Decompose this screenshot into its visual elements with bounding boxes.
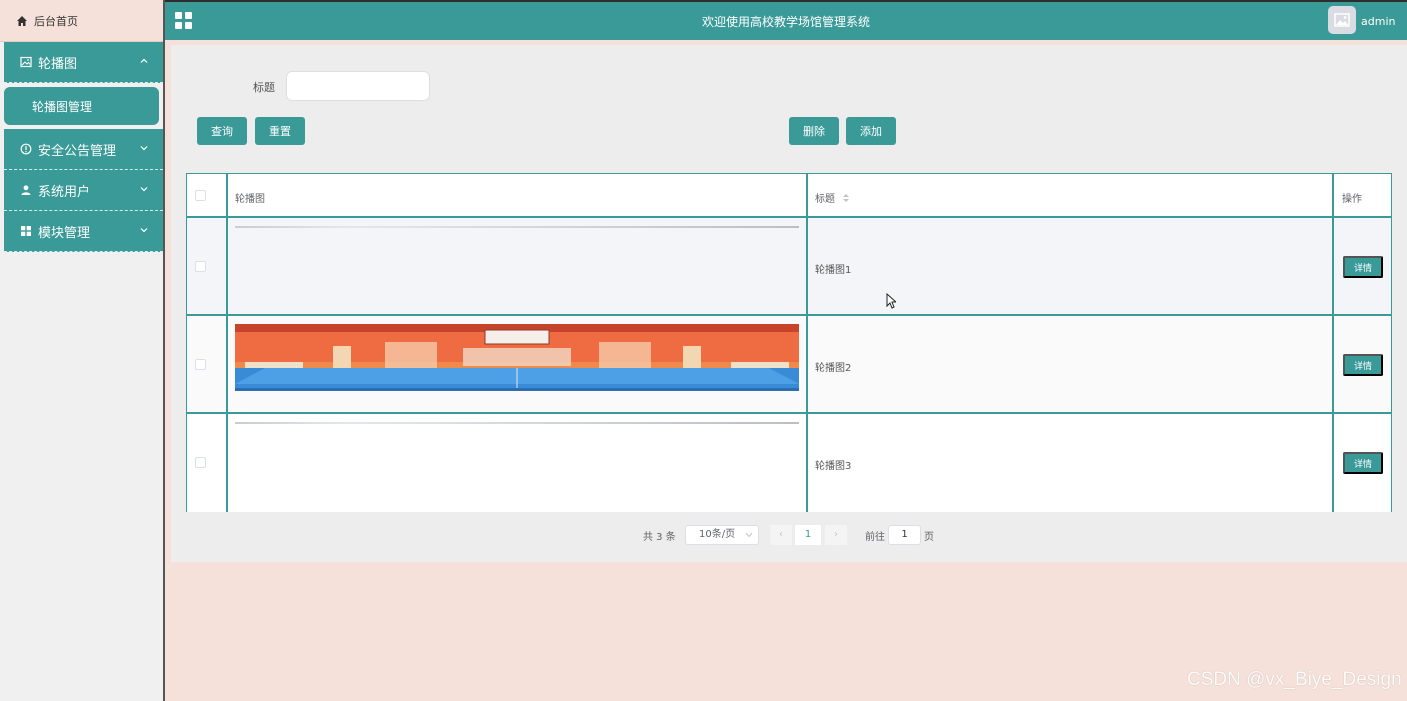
reset-button[interactable]: 重置 [255, 117, 305, 145]
page-size-select[interactable]: 10条/页 [685, 525, 759, 545]
carousel-image-sports-hall [235, 324, 799, 391]
grid-icon [21, 226, 31, 236]
chevron-down-icon [140, 187, 148, 192]
column-divider [1391, 173, 1392, 512]
title-filter-label: 标题 [253, 81, 275, 94]
detail-button[interactable]: 详情 [1343, 256, 1383, 278]
column-header-title-label: 标题 [815, 194, 835, 205]
column-divider [806, 173, 808, 512]
sidebar-item-carousel-management[interactable]: 轮播图管理 [4, 87, 159, 125]
goto-page-input[interactable]: 1 [888, 525, 921, 545]
sidebar-group-modules[interactable]: 模块管理 [4, 211, 163, 252]
page-suffix: 页 [924, 531, 934, 543]
chevron-up-icon [140, 58, 148, 63]
sidebar-item-label: 轮播图管理 [32, 99, 93, 114]
column-divider [226, 173, 228, 512]
sidebar-group-label: 轮播图 [38, 56, 78, 72]
detail-button[interactable]: 详情 [1343, 354, 1383, 376]
sidebar-submenu: 轮播图管理 [0, 83, 163, 129]
home-icon [17, 15, 27, 26]
data-table: 轮播图 标题 操作 轮播图1 详情 轮播图2 详情 轮播图3 详情 [186, 173, 1392, 512]
detail-button[interactable]: 详情 [1343, 452, 1383, 474]
main-panel: 标题 查询 重置 删除 添加 轮播图 标题 操作 轮播图1 详情 轮播图2 详情… [171, 45, 1407, 562]
info-circle-icon [20, 143, 32, 155]
table-row: 轮播图2 详情 [187, 316, 1392, 414]
row-checkbox[interactable] [195, 359, 206, 370]
query-button[interactable]: 查询 [197, 117, 247, 145]
chevron-down-icon [140, 146, 148, 151]
select-all-checkbox[interactable] [195, 190, 206, 201]
image-icon [20, 56, 32, 68]
chevron-down-icon [140, 228, 148, 233]
sidebar-group-label: 安全公告管理 [38, 143, 117, 159]
row-checkbox[interactable] [195, 261, 206, 272]
row-title: 轮播图3 [815, 461, 852, 472]
watermark: CSDN @vx_Biye_Design [1187, 669, 1402, 690]
image-placeholder-icon [1334, 13, 1350, 27]
row-title: 轮播图2 [815, 363, 852, 374]
column-header-image: 轮播图 [235, 194, 265, 205]
sidebar: 后台首页 轮播图 轮播图管理 安全公告管理 系统用户 模块管理 [0, 0, 165, 701]
prev-page-button[interactable]: ‹ [770, 525, 792, 545]
sidebar-group-carousel[interactable]: 轮播图 [4, 42, 163, 83]
goto-label: 前往 [865, 531, 885, 543]
avatar[interactable] [1328, 6, 1356, 34]
sidebar-home[interactable]: 后台首页 [0, 0, 163, 42]
table-row: 轮播图3 详情 [187, 414, 1392, 512]
column-divider [1332, 173, 1334, 512]
sidebar-group-users[interactable]: 系统用户 [4, 170, 163, 211]
next-page-button[interactable]: › [825, 525, 847, 545]
sidebar-group-label: 系统用户 [38, 184, 91, 200]
page-size-value: 10条/页 [699, 529, 736, 540]
carousel-image-thumbnail [235, 422, 799, 424]
delete-button[interactable]: 删除 [789, 117, 839, 145]
sidebar-group-announcements[interactable]: 安全公告管理 [4, 129, 163, 170]
table-row: 轮播图1 详情 [187, 218, 1392, 316]
top-header: 欢迎使用高校教学场馆管理系统 admin [165, 0, 1407, 40]
table-header: 轮播图 标题 操作 [187, 173, 1392, 218]
pagination-total: 共 3 条 [643, 531, 676, 543]
title-filter-input[interactable] [286, 71, 430, 101]
username[interactable]: admin [1361, 15, 1395, 28]
sidebar-home-label: 后台首页 [34, 14, 78, 28]
user-icon [21, 185, 31, 195]
sort-icon[interactable] [842, 193, 850, 203]
chevron-down-icon [745, 532, 753, 538]
row-checkbox[interactable] [195, 457, 206, 468]
page-number-current[interactable]: 1 [795, 525, 821, 545]
row-title: 轮播图1 [815, 265, 852, 276]
mouse-cursor-icon [886, 293, 896, 309]
column-header-actions: 操作 [1342, 194, 1362, 205]
carousel-image-thumbnail [235, 226, 799, 228]
page-title: 欢迎使用高校教学场馆管理系统 [701, 15, 870, 29]
add-button[interactable]: 添加 [846, 117, 896, 145]
sidebar-group-label: 模块管理 [38, 225, 91, 241]
column-header-title[interactable]: 标题 [815, 190, 850, 205]
